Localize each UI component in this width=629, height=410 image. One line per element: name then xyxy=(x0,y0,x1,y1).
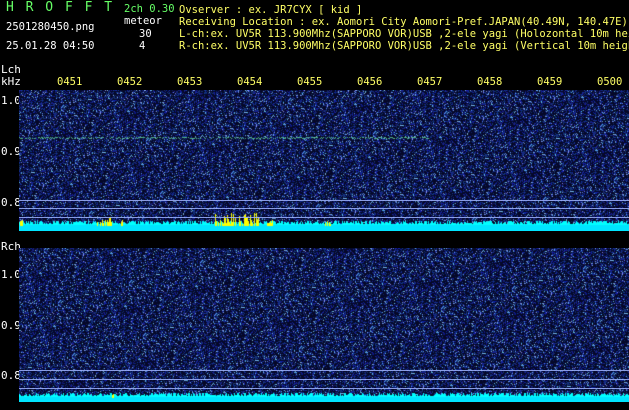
app-title: H R O F F T xyxy=(6,0,115,15)
meteor-count-label: meteor xyxy=(124,15,162,27)
rch-spectrogram xyxy=(19,248,629,402)
lch-ytick-0-8: 0.8 xyxy=(1,196,21,209)
rch-gridline xyxy=(19,379,629,380)
rch-ytick-1-0: 1.0 xyxy=(1,268,21,281)
lch-spectrogram-canvas xyxy=(19,90,629,231)
lch-ytick-0-9: 0.9 xyxy=(1,145,21,158)
time-label-0454: 0454 xyxy=(237,76,263,88)
rch-label: Rch xyxy=(1,240,21,253)
time-label-0458: 0458 xyxy=(477,76,503,88)
lch-meteor-count: 30 xyxy=(139,28,152,40)
hroft-window: H R O F F T 2ch 0.30 2501280450.png 25.0… xyxy=(0,0,629,410)
rch-gridline xyxy=(19,370,629,371)
time-label-0457: 0457 xyxy=(417,76,443,88)
time-label-0455: 0455 xyxy=(297,76,323,88)
lch-unit-label: kHz xyxy=(1,75,21,88)
filename-label: 2501280450.png xyxy=(6,21,95,33)
rch-info: R-ch:ex. UV5R 113.900Mhz(SAPPORO VOR)USB… xyxy=(179,40,629,52)
lch-ytick-1-0: 1.0 xyxy=(1,94,21,107)
lch-gridline xyxy=(19,200,629,201)
version-label: 2ch 0.30 xyxy=(124,3,175,15)
rch-ytick-0-8: 0.8 xyxy=(1,369,21,382)
time-label-0451: 0451 xyxy=(57,76,83,88)
rch-ytick-0-9: 0.9 xyxy=(1,319,21,332)
time-label-0453: 0453 xyxy=(177,76,203,88)
lch-gridline xyxy=(19,208,629,209)
lch-info: L-ch:ex. UV5R 113.900Mhz(SAPPORO VOR)USB… xyxy=(179,28,629,40)
time-label-0452: 0452 xyxy=(117,76,143,88)
lch-gridline xyxy=(19,217,629,218)
lch-spectrogram xyxy=(19,90,629,231)
observer-info: Ovserver : ex. JR7CYX [ kid ] xyxy=(179,4,363,16)
time-label-0500: 0500 xyxy=(597,76,623,88)
rch-gridline xyxy=(19,388,629,389)
rch-meteor-count: 4 xyxy=(139,40,146,52)
time-label-0456: 0456 xyxy=(357,76,383,88)
datetime-label: 25.01.28 04:50 xyxy=(6,40,95,52)
location-info: Receiving Location : ex. Aomori City Aom… xyxy=(179,16,628,28)
time-label-0459: 0459 xyxy=(537,76,563,88)
